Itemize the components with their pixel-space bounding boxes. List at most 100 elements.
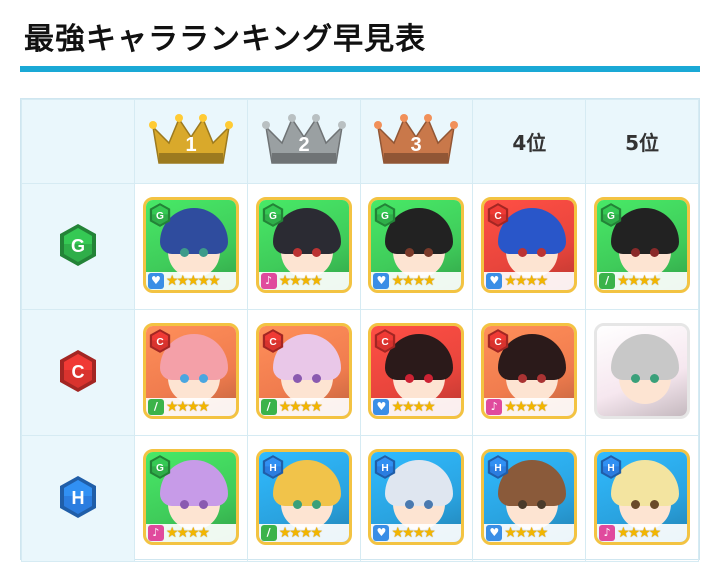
card-attribute-icon: G [148, 202, 172, 228]
card-attribute-icon: H [599, 454, 623, 480]
character-eye [537, 373, 547, 383]
card-attribute-icon: G [373, 202, 397, 228]
card-attribute-icon: G [148, 454, 172, 480]
attribute-c-icon: C [488, 328, 509, 353]
character-card[interactable]: G ♪ ★★★★ [255, 196, 352, 293]
character-eye [518, 373, 528, 383]
character-card[interactable]: C ♥ ★★★★ [368, 322, 465, 419]
attribute-c-icon: C [149, 328, 171, 353]
character-card[interactable]: G ♥ ★★★★★ [142, 196, 239, 293]
character-cell: C ♥ ★★★★ [472, 183, 587, 310]
character-cell: H ♪ ★★★★ [585, 435, 699, 562]
attribute-g-icon: G [262, 202, 283, 227]
rarity-stars: ★★★★ [391, 524, 435, 541]
character-eye [179, 499, 189, 509]
character-card[interactable]: C ♪ ★★★★ [481, 322, 578, 419]
card-attribute-icon: C [148, 328, 172, 354]
character-cell: G ♥ ★★★★★ [134, 183, 248, 310]
character-eye [631, 499, 641, 509]
character-card[interactable]: H / ★★★★ [255, 448, 352, 545]
svg-text:C: C [156, 336, 164, 347]
card-attribute-icon: G [261, 202, 285, 228]
character-eye [311, 499, 321, 509]
character-eye [405, 499, 415, 509]
character-eye [179, 247, 189, 257]
rarity-stars: ★★★★ [504, 398, 548, 415]
rarity-stars: ★★★★ [617, 272, 661, 289]
character-eye [537, 499, 547, 509]
rank-4-header: 4位 [472, 99, 587, 184]
character-eye [311, 247, 321, 257]
attribute-g-icon: G [600, 202, 622, 227]
attribute-h-icon: H [600, 454, 622, 479]
character-card[interactable]: H ♥ ★★★★ [481, 448, 578, 545]
character-card[interactable]: H ♪ ★★★★ [594, 448, 691, 545]
corner-cell [21, 99, 135, 184]
character-eye [518, 247, 528, 257]
character-card[interactable] [594, 322, 691, 419]
rank-5-label: 5位 [625, 131, 660, 155]
heart-icon: ♥ [373, 524, 390, 541]
character-cell: G ♪ ★★★★ [246, 183, 361, 310]
character-eye [424, 373, 434, 383]
attribute-h-icon: H [262, 454, 283, 479]
character-card[interactable]: C ♥ ★★★★ [481, 196, 578, 293]
character-cell: G ♥ ★★★★ [359, 183, 474, 310]
page-title: 最強キャラランキング早見表 [24, 22, 427, 57]
card-attribute-icon: H [486, 454, 510, 480]
character-card[interactable]: G ♥ ★★★★ [368, 196, 465, 293]
character-eye [198, 373, 208, 383]
character-eye [631, 373, 641, 383]
rank-3-header: 3 [359, 99, 474, 184]
attribute-g-icon: G [149, 202, 171, 227]
attribute-c-icon: C [262, 328, 283, 353]
sword-icon: / [260, 524, 277, 541]
note-icon: ♪ [147, 524, 164, 541]
rank-4-label: 4位 [512, 131, 547, 155]
character-card[interactable]: C / ★★★★ [255, 322, 352, 419]
character-card[interactable]: C / ★★★★ [142, 322, 239, 419]
card-attribute-icon: C [486, 328, 510, 354]
rarity-stars: ★★★★ [165, 524, 210, 541]
rank-5-header: 5位 [585, 99, 699, 184]
card-attribute-icon: C [373, 328, 397, 354]
svg-text:G: G [156, 462, 164, 473]
svg-text:C: C [382, 336, 390, 347]
character-cell: H ♥ ★★★★ [472, 435, 587, 562]
attribute-h-icon: H [375, 454, 396, 479]
character-eye [179, 373, 189, 383]
attribute-g-icon: G [375, 202, 396, 227]
row-head-c: C [21, 309, 135, 436]
character-cell: G ♪ ★★★★ [134, 435, 248, 562]
character-eye [518, 499, 528, 509]
character-card[interactable]: G / ★★★★ [594, 196, 691, 293]
crown-rank-2-icon: 2 [261, 113, 346, 171]
rarity-stars: ★★★★ [504, 272, 548, 289]
character-cell: G / ★★★★ [585, 183, 699, 310]
rarity-stars: ★★★★ [278, 272, 323, 289]
svg-text:C: C [495, 336, 503, 347]
rarity-stars: ★★★★ [391, 398, 435, 415]
rarity-stars: ★★★★ [278, 524, 323, 541]
svg-text:H: H [72, 488, 85, 508]
svg-text:G: G [71, 236, 85, 256]
character-eye [631, 247, 641, 257]
character-eye [311, 373, 321, 383]
heart-icon: ♥ [147, 272, 164, 289]
attribute-c-icon: C [488, 202, 509, 227]
character-card[interactable]: G ♪ ★★★★ [142, 448, 239, 545]
character-eye [537, 247, 547, 257]
crown-rank-3-icon: 3 [374, 113, 459, 171]
character-eye [292, 373, 302, 383]
heart-icon: ♥ [373, 272, 390, 289]
character-eye [198, 247, 208, 257]
rank-1-header: 1 [134, 99, 248, 184]
rarity-stars: ★★★★ [165, 398, 210, 415]
character-card[interactable]: H ♥ ★★★★ [368, 448, 465, 545]
crown-rank-1-icon: 1 [148, 113, 233, 171]
attribute-g-icon: G [149, 454, 171, 479]
note-icon: ♪ [486, 398, 503, 415]
character-eye [292, 499, 302, 509]
attribute-h-icon: H [60, 475, 96, 518]
heart-icon: ♥ [486, 524, 503, 541]
